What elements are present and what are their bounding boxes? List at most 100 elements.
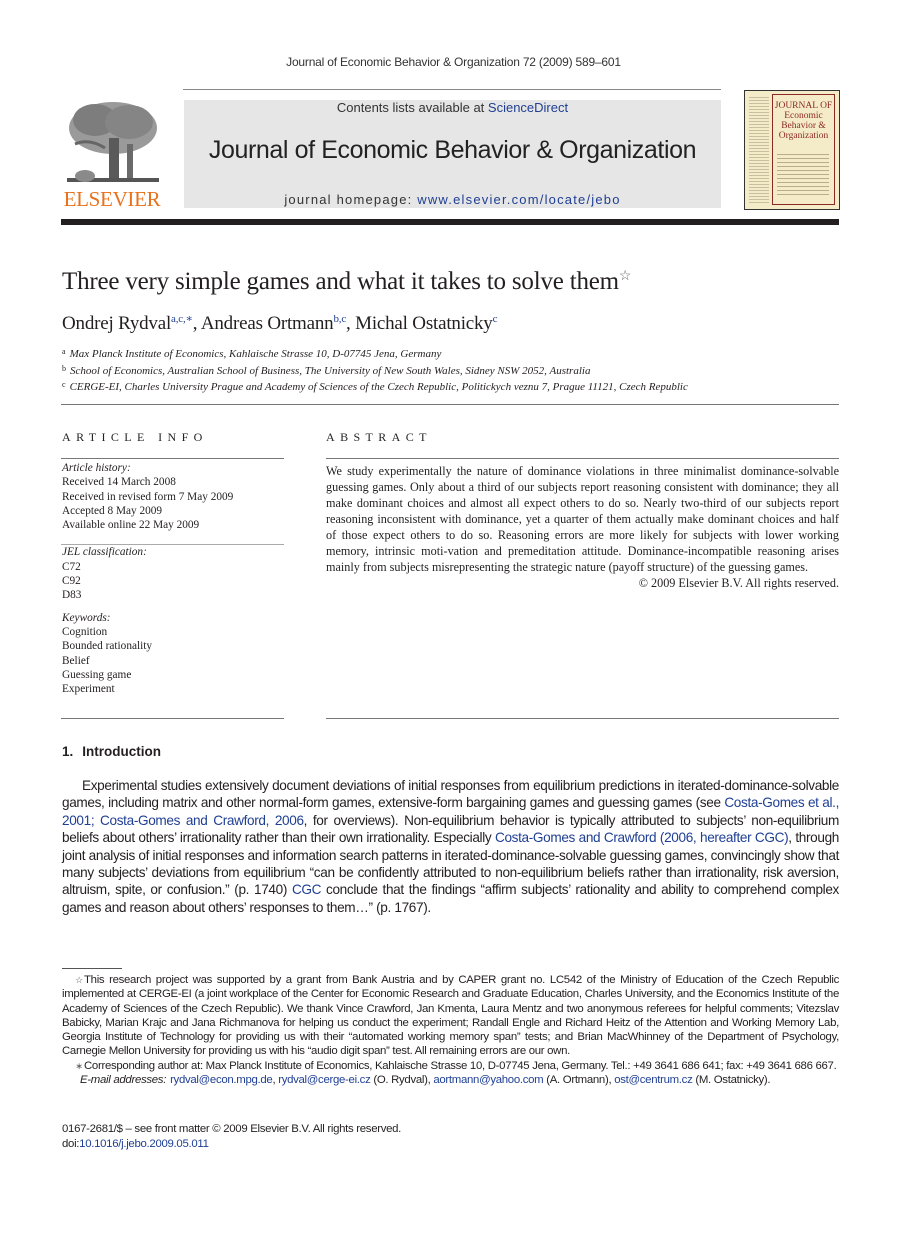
- contents-prefix: Contents lists available at: [336, 100, 488, 115]
- front-matter: 0167-2681/$ – see front matter © 2009 El…: [62, 1122, 401, 1151]
- doi-prefix: doi:: [62, 1137, 80, 1150]
- journal-cover-thumbnail[interactable]: JOURNAL OF Economic Behavior & Organizat…: [744, 90, 840, 210]
- author-affil-marks[interactable]: a,c,∗: [171, 313, 193, 325]
- history-label: Article history:: [62, 462, 131, 474]
- footnote-rule: [62, 968, 122, 969]
- running-head: Journal of Economic Behavior & Organizat…: [286, 55, 621, 69]
- history-item: Accepted 8 May 2009: [62, 504, 163, 517]
- footnote-text: Corresponding author at: Max Planck Inst…: [84, 1059, 837, 1072]
- issn-line: 0167-2681/$ – see front matter © 2009 El…: [62, 1123, 402, 1135]
- introduction-paragraph: Experimental studies extensively documen…: [62, 777, 839, 916]
- doi-line: doi:10.1016/j.jebo.2009.05.011: [62, 1137, 401, 1152]
- citation-link[interactable]: Costa-Gomes and Crawford (2006, hereafte…: [495, 830, 789, 845]
- abstract-copyright: © 2009 Elsevier B.V. All rights reserved…: [638, 576, 839, 590]
- sciencedirect-link[interactable]: ScienceDirect: [488, 100, 568, 115]
- keywords: Keywords: Cognition Bounded rationality …: [62, 611, 284, 697]
- homepage-prefix: journal homepage:: [284, 192, 418, 207]
- email-attribution: (M. Ostatnicky).: [692, 1074, 771, 1087]
- elsevier-tree-icon: [67, 102, 159, 182]
- cover-title-line: Economic: [784, 111, 823, 121]
- keywords-label: Keywords:: [62, 611, 111, 624]
- title-star-icon[interactable]: ☆: [619, 269, 632, 284]
- section-heading-introduction: 1. Introduction: [62, 744, 161, 759]
- email-link[interactable]: rydval@econ.mpg.de: [170, 1074, 273, 1086]
- contents-line: Contents lists available at ScienceDirec…: [184, 100, 721, 115]
- homepage-line: journal homepage: www.elsevier.com/locat…: [184, 192, 721, 207]
- affiliation: c CERGE-EI, Charles University Prague and…: [62, 378, 842, 395]
- author-affil-marks[interactable]: b,c: [333, 313, 346, 325]
- article-history: Article history: Received 14 March 2008 …: [62, 461, 284, 532]
- divider: [326, 458, 839, 459]
- history-item: Received in revised form 7 May 2009: [62, 490, 234, 503]
- affiliation-text: School of Economics, Australian School o…: [70, 364, 591, 377]
- masthead-thick-rule: [61, 219, 839, 225]
- article-info-heading: ARTICLE INFO: [62, 430, 208, 444]
- keyword: Guessing game: [62, 668, 132, 681]
- affiliation-text: CERGE-EI, Charles University Prague and …: [69, 381, 688, 394]
- email-attribution: (A. Ortmann),: [543, 1074, 615, 1087]
- doi-link[interactable]: 10.1016/j.jebo.2009.05.011: [79, 1138, 209, 1150]
- article-info: Article history: Received 14 March 2008 …: [62, 461, 284, 704]
- jel-code: C72: [62, 560, 81, 573]
- cover-title: JOURNAL OF Economic Behavior & Organizat…: [773, 101, 834, 141]
- footnote-funding: ☆This research project was supported by …: [62, 973, 839, 1059]
- affiliations: a Max Planck Institute of Economics, Kahl…: [62, 345, 842, 395]
- homepage-link[interactable]: www.elsevier.com/locate/jebo: [417, 192, 620, 207]
- author-name: Ondrej Rydval: [62, 313, 172, 334]
- divider: [61, 544, 284, 545]
- email-label: E-mail addresses:: [80, 1074, 167, 1087]
- divider: [61, 458, 284, 459]
- cover-title-line: Behavior &: [781, 121, 826, 131]
- masthead-rule: [183, 89, 721, 90]
- keyword: Belief: [62, 654, 90, 667]
- abstract-text: We study experimentally the nature of do…: [326, 464, 839, 574]
- cover-spine: [749, 95, 769, 203]
- journal-banner: Contents lists available at ScienceDirec…: [184, 100, 721, 208]
- abstract-heading: ABSTRACT: [326, 430, 432, 444]
- affiliation: b School of Economics, Australian School …: [62, 362, 842, 379]
- jel-classification: JEL classification: C72 C92 D83: [62, 545, 284, 602]
- section-number: 1.: [62, 744, 74, 759]
- section-title: Introduction: [82, 744, 161, 759]
- email-attribution: (O. Rydval),: [370, 1074, 434, 1087]
- elsevier-wordmark: ELSEVIER: [63, 187, 161, 211]
- author-affil-marks[interactable]: c: [493, 313, 498, 325]
- journal-title: Journal of Economic Behavior & Organizat…: [208, 136, 697, 164]
- cover-contents-lines: [777, 151, 829, 195]
- email-link[interactable]: ost@centrum.cz: [614, 1074, 693, 1086]
- keyword: Experiment: [62, 683, 115, 696]
- author-name: Michal Ostatnicky: [355, 313, 493, 334]
- jel-code: C92: [62, 575, 81, 588]
- author-name: Andreas Ortmann: [200, 313, 334, 334]
- keyword: Bounded rationality: [62, 640, 153, 653]
- keyword: Cognition: [62, 625, 108, 638]
- asterisk-icon: ∗: [75, 1060, 83, 1071]
- cover-title-line: Organization: [778, 131, 829, 141]
- history-item: Received 14 March 2008: [62, 476, 176, 489]
- citation-link[interactable]: CGC: [292, 882, 322, 897]
- affiliation-mark: c: [62, 380, 66, 390]
- body-text: Experimental studies extensively documen…: [62, 778, 839, 811]
- jel-code: D83: [62, 589, 82, 602]
- star-icon: ☆: [75, 975, 83, 985]
- divider: [61, 718, 284, 719]
- elsevier-logo[interactable]: ELSEVIER: [61, 98, 163, 212]
- footnote-corresponding: ∗Corresponding author at: Max Planck Ins…: [62, 1059, 839, 1073]
- affiliation-mark: b: [62, 363, 66, 373]
- article-title-text: Three very simple games and what it take…: [62, 268, 619, 295]
- email-link[interactable]: aortmann@yahoo.com: [433, 1074, 543, 1086]
- affiliation: a Max Planck Institute of Economics, Kahl…: [62, 345, 842, 362]
- history-item: Available online 22 May 2009: [62, 519, 200, 532]
- email-link[interactable]: rydval@cerge-ei.cz: [278, 1074, 371, 1086]
- abstract: We study experimentally the nature of do…: [326, 463, 839, 591]
- cover-title-line: JOURNAL OF: [774, 101, 833, 111]
- divider: [61, 404, 839, 405]
- jel-label: JEL classification:: [62, 546, 147, 559]
- article-title: Three very simple games and what it take…: [62, 268, 631, 296]
- affiliation-text: Max Planck Institute of Economics, Kahla…: [69, 348, 442, 360]
- cover-frame: JOURNAL OF Economic Behavior & Organizat…: [772, 94, 835, 205]
- divider: [326, 718, 839, 719]
- footnote-emails: E-mail addresses: rydval@econ.mpg.de, ryd…: [62, 1073, 839, 1087]
- affiliation-mark: a: [62, 347, 66, 356]
- footnote-text: This research project was supported by a…: [62, 974, 839, 1058]
